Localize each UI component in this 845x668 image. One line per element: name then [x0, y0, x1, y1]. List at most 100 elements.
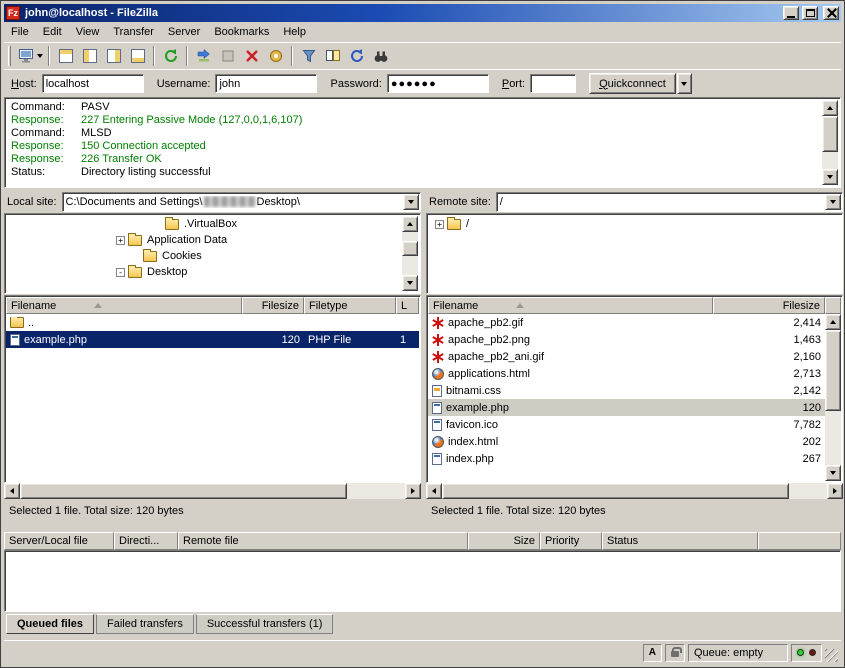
menu-view[interactable]: View	[69, 24, 107, 40]
column-header-server-local-file[interactable]: Server/Local file	[4, 532, 114, 550]
file-row[interactable]: bitnami.css 2,142	[428, 382, 825, 399]
toolbar-grip[interactable]	[8, 46, 11, 66]
encryption-indicator[interactable]	[665, 644, 685, 662]
port-input[interactable]	[530, 74, 576, 93]
find-button[interactable]	[369, 45, 392, 68]
column-header-filesize[interactable]: Filesize	[713, 297, 825, 314]
synchronized-browsing-button[interactable]	[345, 45, 368, 68]
scrollbar-thumb[interactable]	[20, 483, 347, 499]
filter-button[interactable]	[297, 45, 320, 68]
column-header-size[interactable]: Size	[468, 532, 540, 550]
toggle-queue-button[interactable]	[126, 45, 149, 68]
tree-expander[interactable]: +	[116, 236, 125, 245]
scrollbar-track[interactable]	[20, 483, 405, 499]
menu-edit[interactable]: Edit	[36, 24, 69, 40]
scroll-up-button[interactable]	[825, 314, 841, 330]
cancel-button[interactable]	[216, 45, 239, 68]
scrollbar-thumb[interactable]	[402, 241, 418, 256]
tree-item[interactable]: + /	[429, 216, 840, 232]
column-header-lastmodified[interactable]: L	[396, 297, 419, 314]
tree-item[interactable]: Cookies	[7, 248, 401, 264]
transfer-type-indicator[interactable]: A	[643, 644, 662, 662]
file-row[interactable]: index.php 267	[428, 450, 825, 467]
scrollbar-thumb[interactable]	[822, 116, 838, 152]
scrollbar-thumb[interactable]	[825, 330, 841, 411]
menu-help[interactable]: Help	[276, 24, 313, 40]
local-site-dropdown-button[interactable]	[403, 194, 419, 210]
menu-file[interactable]: File	[4, 24, 36, 40]
scroll-down-button[interactable]	[822, 169, 838, 185]
column-header-filetype[interactable]: Filetype	[304, 297, 396, 314]
titlebar[interactable]: Fz john@localhost - FileZilla	[4, 4, 841, 22]
scrollbar-thumb[interactable]	[442, 483, 789, 499]
local-tree-scrollbar[interactable]	[402, 216, 418, 291]
scrollbar-track[interactable]	[825, 330, 841, 465]
username-input[interactable]	[215, 74, 317, 93]
scroll-up-button[interactable]	[822, 100, 838, 116]
password-input[interactable]	[387, 74, 489, 93]
maximize-button[interactable]	[802, 6, 818, 20]
file-row[interactable]: example.php 120 PHP File 1	[6, 331, 419, 348]
file-row[interactable]: index.html 202	[428, 433, 825, 450]
remote-list-scrollbar[interactable]	[825, 314, 841, 481]
remote-site-combo[interactable]: /	[496, 192, 843, 212]
scrollbar-track[interactable]	[442, 483, 827, 499]
close-button[interactable]	[823, 6, 839, 20]
file-row[interactable]: apache_pb2.gif 2,414	[428, 314, 825, 331]
file-row[interactable]: example.php 120	[428, 399, 825, 416]
compare-button[interactable]	[321, 45, 344, 68]
local-list-hscrollbar[interactable]	[4, 483, 421, 499]
tree-item[interactable]: + Application Data	[7, 232, 401, 248]
toggle-local-tree-button[interactable]	[78, 45, 101, 68]
message-log-lines[interactable]: Command:PASV Response:227 Entering Passi…	[7, 100, 821, 185]
minimize-button[interactable]	[783, 6, 799, 20]
file-row[interactable]: apache_pb2.png 1,463	[428, 331, 825, 348]
scroll-up-button[interactable]	[402, 216, 418, 232]
scrollbar-track[interactable]	[822, 116, 838, 169]
toggle-remote-tree-button[interactable]	[102, 45, 125, 68]
scroll-left-button[interactable]	[426, 483, 442, 499]
scroll-right-button[interactable]	[827, 483, 843, 499]
scroll-down-button[interactable]	[402, 275, 418, 291]
site-manager-button[interactable]	[17, 45, 44, 68]
column-header-remote-file[interactable]: Remote file	[178, 532, 468, 550]
menu-server[interactable]: Server	[161, 24, 207, 40]
quickconnect-button[interactable]: Quickconnect	[589, 73, 676, 94]
tree-item[interactable]: .VirtualBox	[7, 216, 401, 232]
host-input[interactable]	[42, 74, 144, 93]
scrollbar-track[interactable]	[402, 232, 418, 275]
scroll-left-button[interactable]	[4, 483, 20, 499]
queue-body[interactable]	[4, 550, 841, 612]
tree-expander[interactable]: -	[116, 268, 125, 277]
refresh-button[interactable]	[159, 45, 182, 68]
queue-tab[interactable]: Queued files	[6, 614, 94, 634]
queue-tab[interactable]: Failed transfers	[96, 614, 194, 634]
file-row[interactable]: apache_pb2_ani.gif 2,160	[428, 348, 825, 365]
tree-expander[interactable]: +	[435, 220, 444, 229]
remote-list-hscrollbar[interactable]	[426, 483, 843, 499]
file-row[interactable]: favicon.ico 7,782	[428, 416, 825, 433]
local-site-combo[interactable]: C:\Documents and Settings\Desktop\	[62, 192, 421, 212]
remote-site-dropdown-button[interactable]	[825, 194, 841, 210]
menu-transfer[interactable]: Transfer	[106, 24, 161, 40]
disconnect-button[interactable]	[240, 45, 263, 68]
queue-tab[interactable]: Successful transfers (1)	[196, 614, 334, 634]
toggle-message-log-button[interactable]	[54, 45, 77, 68]
quickconnect-dropdown-button[interactable]	[677, 73, 692, 94]
log-scrollbar[interactable]	[822, 100, 838, 185]
column-header-filename[interactable]: Filename	[428, 297, 713, 314]
scroll-down-button[interactable]	[825, 465, 841, 481]
file-row[interactable]: applications.html 2,713	[428, 365, 825, 382]
tree-item[interactable]: - Desktop	[7, 264, 401, 280]
process-queue-button[interactable]	[192, 45, 215, 68]
column-header-filename[interactable]: Filename	[6, 297, 242, 314]
scroll-right-button[interactable]	[405, 483, 421, 499]
column-header-status[interactable]: Status	[602, 532, 758, 550]
file-row[interactable]: ..	[6, 314, 419, 331]
menu-bookmarks[interactable]: Bookmarks	[207, 24, 276, 40]
column-header-filesize[interactable]: Filesize	[242, 297, 304, 314]
column-header-direction[interactable]: Directi...	[114, 532, 178, 550]
column-header-priority[interactable]: Priority	[540, 532, 602, 550]
resize-grip[interactable]	[825, 649, 838, 662]
reconnect-button[interactable]	[264, 45, 287, 68]
